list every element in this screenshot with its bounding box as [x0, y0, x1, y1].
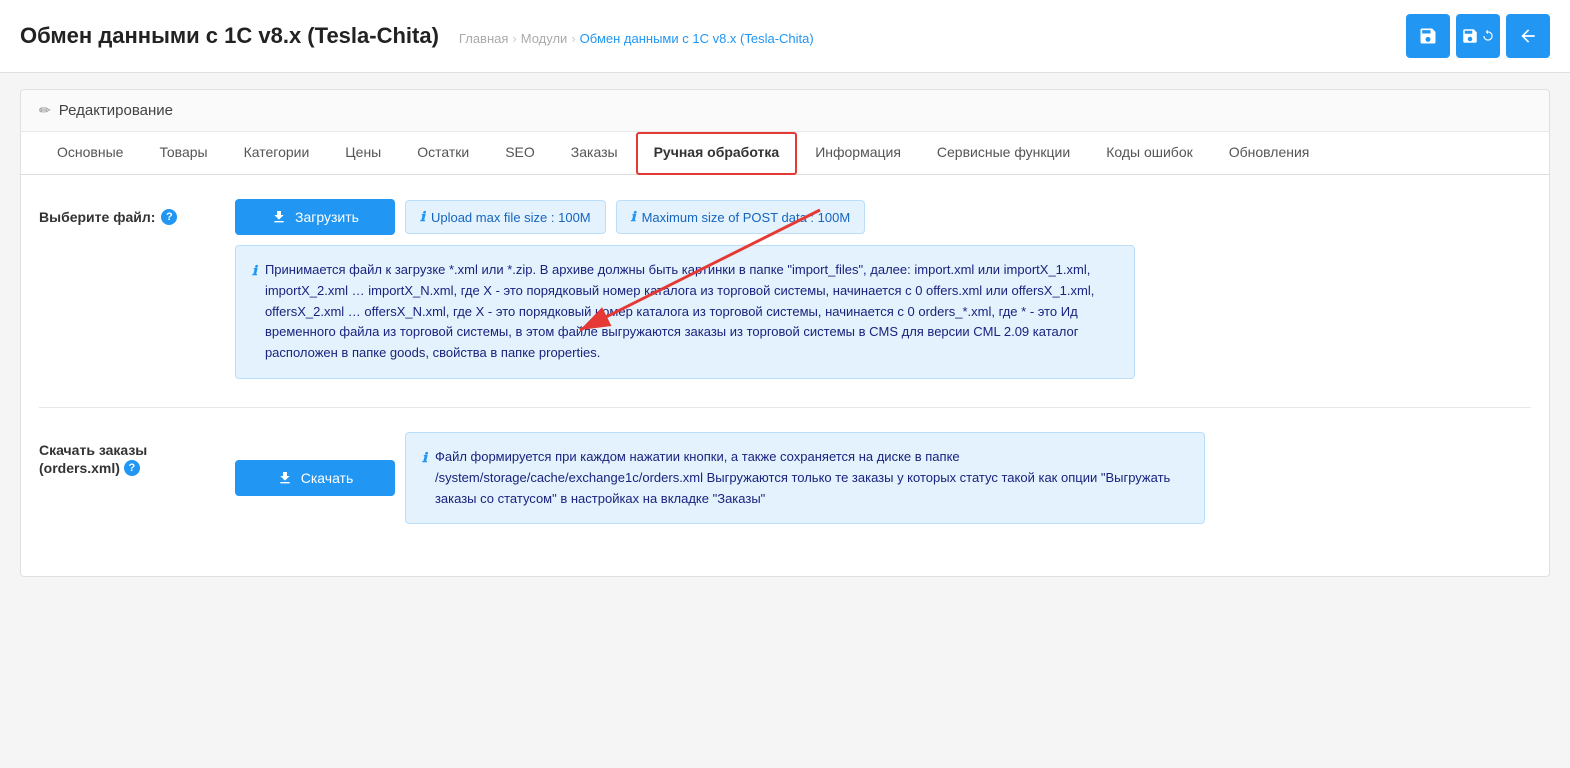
- section-divider: [39, 407, 1531, 408]
- breadcrumb-home[interactable]: Главная: [459, 31, 508, 46]
- upload-label-area: Выберите файл: ?: [39, 199, 219, 225]
- info-icon-3: ℹ: [252, 261, 257, 282]
- tabs-bar: Основные Товары Категории Цены Остатки S…: [21, 132, 1549, 175]
- download-controls: Скачать ℹ Файл формируется при каждом на…: [235, 432, 1205, 524]
- back-button[interactable]: [1506, 14, 1550, 58]
- tab-seo[interactable]: SEO: [487, 132, 553, 174]
- upload-button-label: Загрузить: [295, 209, 359, 225]
- section-header: ✏ Редактирование: [21, 90, 1549, 132]
- upload-info-block: ℹ Принимается файл к загрузке *.xml или …: [235, 245, 1135, 379]
- pencil-icon: ✏: [39, 102, 51, 119]
- info-icon-1: ℹ: [420, 209, 425, 225]
- upload-help-icon[interactable]: ?: [161, 209, 177, 225]
- save-refresh-button[interactable]: [1456, 14, 1500, 58]
- section-panel: ✏ Редактирование Основные Товары Категор…: [20, 89, 1550, 577]
- breadcrumb-current[interactable]: Обмен данными с 1С v8.x (Tesla-Chita): [580, 31, 814, 46]
- post-max-size-badge: ℹ Maximum size of POST data : 100M: [616, 200, 866, 234]
- info-icon-4: ℹ: [422, 448, 427, 469]
- tab-kategorii[interactable]: Категории: [226, 132, 328, 174]
- download-controls-row: Скачать ℹ Файл формируется при каждом на…: [235, 432, 1205, 524]
- page-title: Обмен данными с 1С v8.x (Tesla-Chita): [20, 23, 439, 49]
- upload-controls: Загрузить ℹ Upload max file size : 100M …: [235, 199, 1135, 379]
- section-header-label: Редактирование: [59, 102, 173, 119]
- download-row: Скачать заказы (orders.xml) ? Скачать ℹ: [39, 432, 1531, 524]
- download-button-label: Скачать: [301, 470, 354, 486]
- tab-tovary[interactable]: Товары: [141, 132, 225, 174]
- upload-label: Выберите файл:: [39, 209, 155, 225]
- post-max-size-text: Maximum size of POST data : 100M: [642, 210, 851, 225]
- upload-info-text: Принимается файл к загрузке *.xml или *.…: [265, 260, 1118, 364]
- tab-kody[interactable]: Коды ошибок: [1088, 132, 1211, 174]
- tab-obnovleniya[interactable]: Обновления: [1211, 132, 1328, 174]
- download-label2: (orders.xml): [39, 460, 120, 476]
- download-help-icon[interactable]: ?: [124, 460, 140, 476]
- content-area: Выберите файл: ? Загрузить ℹ Upload max …: [21, 175, 1549, 576]
- tab-tseny[interactable]: Цены: [327, 132, 399, 174]
- tab-zakazy[interactable]: Заказы: [553, 132, 636, 174]
- upload-max-size-text: Upload max file size : 100M: [431, 210, 591, 225]
- breadcrumb: Главная › Модули › Обмен данными с 1С v8…: [459, 31, 814, 46]
- download-info-text: Файл формируется при каждом нажатии кноп…: [435, 447, 1188, 509]
- upload-row: Выберите файл: ? Загрузить ℹ Upload max …: [39, 199, 1531, 379]
- header-actions: [1406, 14, 1550, 58]
- info-icon-2: ℹ: [631, 209, 636, 225]
- download-label: Скачать заказы: [39, 442, 147, 458]
- tab-osnovnye[interactable]: Основные: [39, 132, 141, 174]
- download-button[interactable]: Скачать: [235, 460, 395, 496]
- save-button[interactable]: [1406, 14, 1450, 58]
- tab-ostatki[interactable]: Остатки: [399, 132, 487, 174]
- download-label-area: Скачать заказы (orders.xml) ?: [39, 432, 219, 476]
- download-info-block: ℹ Файл формируется при каждом нажатии кн…: [405, 432, 1205, 524]
- upload-max-size-badge: ℹ Upload max file size : 100M: [405, 200, 606, 234]
- breadcrumb-sep2: ›: [571, 31, 575, 46]
- tab-servisnye[interactable]: Сервисные функции: [919, 132, 1088, 174]
- breadcrumb-sep1: ›: [512, 31, 516, 46]
- upload-controls-row: Загрузить ℹ Upload max file size : 100M …: [235, 199, 1135, 235]
- breadcrumb-modules[interactable]: Модули: [521, 31, 568, 46]
- tab-ruchnaya[interactable]: Ручная обработка: [636, 132, 798, 175]
- page-header: Обмен данными с 1С v8.x (Tesla-Chita) Гл…: [0, 0, 1570, 73]
- tab-informatsiya[interactable]: Информация: [797, 132, 919, 174]
- header-left: Обмен данными с 1С v8.x (Tesla-Chita) Гл…: [20, 23, 814, 49]
- upload-button[interactable]: Загрузить: [235, 199, 395, 235]
- main-wrapper: ✏ Редактирование Основные Товары Категор…: [0, 89, 1570, 577]
